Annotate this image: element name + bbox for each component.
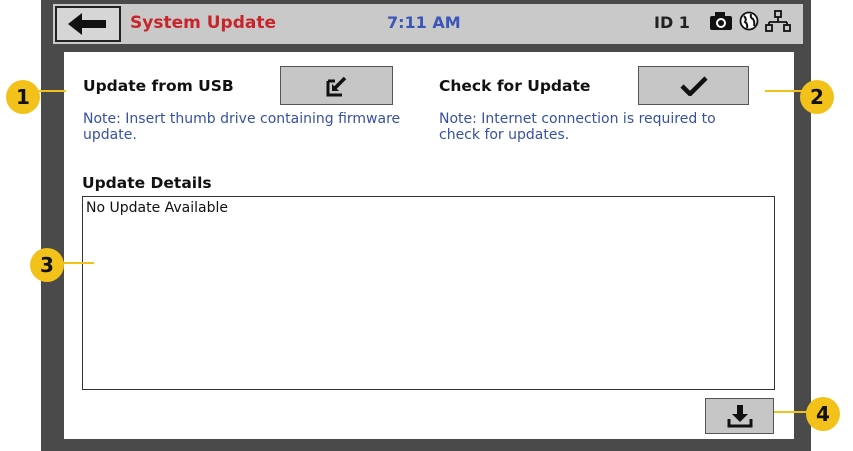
callout-2: 2 bbox=[800, 80, 834, 114]
clock-time: 7:11 AM bbox=[387, 13, 461, 32]
back-arrow-icon bbox=[68, 13, 106, 35]
device-id: ID 1 bbox=[654, 13, 690, 32]
check-update-label: Check for Update bbox=[439, 77, 591, 95]
callout-3: 3 bbox=[30, 248, 64, 282]
network-icon[interactable] bbox=[765, 10, 791, 32]
update-details-label: Update Details bbox=[82, 174, 212, 192]
page-title: System Update bbox=[130, 13, 277, 33]
camera-icon[interactable] bbox=[709, 11, 733, 31]
callout-2-leader bbox=[765, 90, 805, 92]
globe-icon[interactable] bbox=[739, 11, 759, 31]
usb-note: Note: Insert thumb drive containing firm… bbox=[83, 111, 401, 143]
download-icon bbox=[727, 405, 752, 428]
check-for-update-button[interactable] bbox=[638, 66, 749, 105]
checkmark-icon bbox=[679, 75, 708, 96]
install-update-button[interactable] bbox=[705, 398, 774, 434]
check-note: Note: Internet connection is required to… bbox=[439, 111, 716, 143]
callout-3-leader bbox=[62, 262, 94, 264]
callout-4-leader bbox=[774, 411, 810, 413]
callout-1: 1 bbox=[6, 80, 40, 114]
back-button[interactable] bbox=[55, 6, 121, 42]
callout-1-leader bbox=[36, 90, 66, 92]
import-icon bbox=[326, 76, 346, 96]
status-icons bbox=[709, 10, 791, 32]
update-from-usb-button[interactable] bbox=[280, 66, 393, 105]
update-details-text: No Update Available bbox=[86, 200, 229, 216]
callout-4: 4 bbox=[806, 397, 840, 431]
update-details-box[interactable]: No Update Available bbox=[82, 196, 775, 390]
usb-update-label: Update from USB bbox=[83, 77, 234, 95]
